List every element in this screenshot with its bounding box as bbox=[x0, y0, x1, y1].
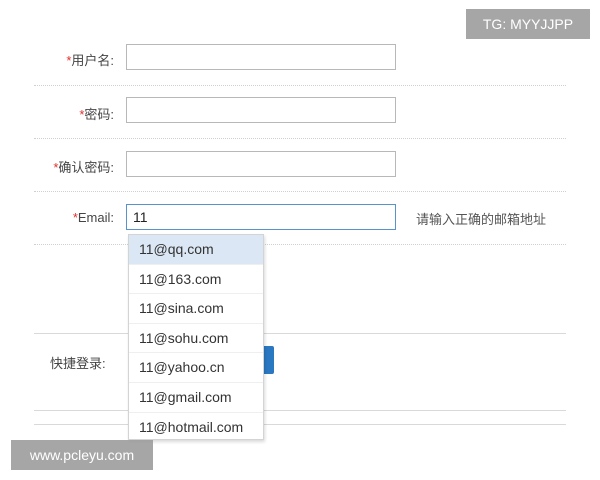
quick-login-label: 快捷登录: bbox=[50, 356, 106, 371]
username-label: *用户名: bbox=[66, 53, 114, 68]
section-divider bbox=[34, 424, 566, 425]
email-suggestion-item[interactable]: 11@gmail.com bbox=[129, 383, 263, 413]
email-suggestion-item[interactable]: 11@sina.com bbox=[129, 294, 263, 324]
email-suggestion-item[interactable]: 11@qq.com bbox=[129, 235, 263, 265]
email-suggestion-item[interactable]: 11@sohu.com bbox=[129, 324, 263, 354]
watermark-bottom-left: www.pcleyu.com bbox=[11, 440, 153, 470]
username-input[interactable] bbox=[126, 44, 396, 70]
password-input[interactable] bbox=[126, 97, 396, 123]
email-suggestion-item[interactable]: 11@hotmail.com bbox=[129, 413, 263, 439]
confirm-password-input[interactable] bbox=[126, 151, 396, 177]
email-hint: 请输入正确的邮箱地址 bbox=[416, 212, 547, 227]
email-suggestion-item[interactable]: 11@yahoo.cn bbox=[129, 353, 263, 383]
row-divider bbox=[34, 85, 566, 86]
email-label: *Email: bbox=[72, 210, 114, 225]
password-label: *密码: bbox=[79, 107, 114, 122]
email-suggestion-item[interactable]: 11@163.com bbox=[129, 265, 263, 295]
row-divider bbox=[34, 191, 566, 192]
email-input[interactable] bbox=[126, 204, 396, 230]
row-divider bbox=[34, 244, 566, 245]
email-suggestion-dropdown: 11@qq.com 11@163.com 11@sina.com 11@sohu… bbox=[128, 234, 264, 440]
section-divider bbox=[34, 410, 566, 411]
row-divider bbox=[34, 138, 566, 139]
confirm-password-label: *确认密码: bbox=[53, 160, 114, 175]
section-divider bbox=[34, 333, 566, 334]
watermark-top-right: TG: MYYJJPP bbox=[466, 9, 590, 39]
